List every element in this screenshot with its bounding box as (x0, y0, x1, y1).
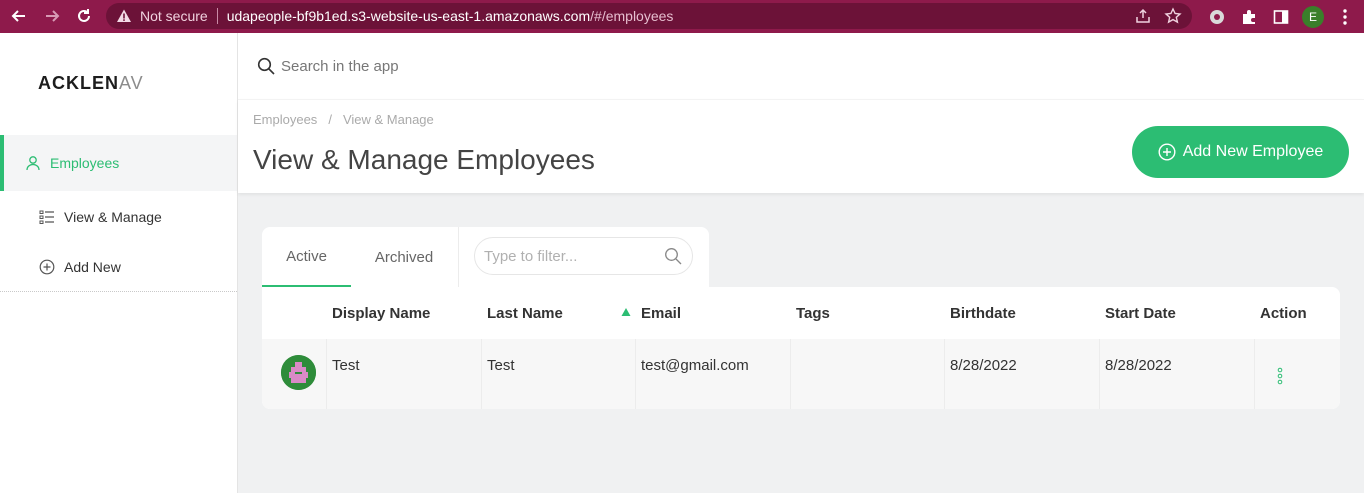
extension-area: E (1196, 0, 1364, 33)
table-header: Display Name Last Name Email Tags Birthd… (262, 287, 1340, 339)
tab-bar: Active Archived Type to filter... (262, 227, 709, 287)
list-icon (38, 208, 56, 226)
profile-initial: E (1302, 5, 1324, 28)
column-display-name[interactable]: Display Name (332, 305, 430, 322)
tab-label: Archived (374, 248, 434, 266)
cell-start-date: 8/28/2022 (1105, 357, 1172, 374)
cell-separator (1254, 339, 1255, 409)
search-icon (665, 248, 682, 265)
filter-input[interactable]: Type to filter... (474, 237, 693, 275)
share-icon[interactable] (1134, 7, 1152, 25)
column-start-date[interactable]: Start Date (1105, 305, 1176, 322)
profile-avatar[interactable]: E (1302, 5, 1324, 28)
back-icon[interactable] (8, 5, 30, 27)
user-icon (24, 154, 42, 172)
cell-separator (944, 339, 945, 409)
sidebar-item-add-new[interactable]: Add New (0, 239, 237, 295)
cell-display-name: Test (332, 357, 360, 374)
add-button-label: Add New Employee (1182, 143, 1324, 160)
browser-toolbar: Not secure udapeople-bf9b1ed.s3-website-… (0, 0, 1364, 33)
search-input[interactable]: Search in the app (281, 58, 399, 75)
app-topbar: Search in the app (238, 33, 1364, 99)
breadcrumb-separator: / (328, 112, 332, 127)
warning-icon (117, 9, 131, 22)
add-new-employee-button[interactable]: Add New Employee (1132, 126, 1349, 178)
cell-separator (790, 339, 791, 409)
security-status[interactable]: Not secure (140, 8, 208, 24)
column-tags[interactable]: Tags (796, 305, 830, 322)
plus-circle-icon (38, 258, 56, 276)
search-icon[interactable] (257, 57, 275, 75)
column-last-name[interactable]: Last Name (487, 305, 563, 322)
tab-archived[interactable]: Archived (360, 227, 448, 287)
logo-main: ACKLEN (38, 73, 119, 93)
url-path: /#/employees (590, 8, 674, 24)
url-text[interactable]: udapeople-bf9b1ed.s3-website-us-east-1.a… (227, 8, 674, 24)
tab-separator (458, 227, 459, 287)
tab-label: Active (286, 247, 327, 265)
sidebar-item-label: Add New (64, 259, 121, 275)
puzzle-icon[interactable] (1238, 6, 1260, 28)
sort-ascending-icon[interactable] (621, 307, 631, 317)
page-header: Employees / View & Manage View & Manage Em… (238, 99, 1364, 193)
cell-last-name: Test (487, 357, 515, 374)
sidebar: ACKLENAV Employees View & Manage Add New (0, 33, 238, 493)
reload-icon[interactable] (73, 5, 95, 27)
avatar (281, 355, 316, 390)
tab-active[interactable]: Active (262, 227, 351, 287)
column-action: Action (1260, 305, 1307, 322)
sidebar-item-employees[interactable]: Employees (0, 135, 237, 191)
cell-email: test@gmail.com (641, 357, 749, 374)
cell-separator (481, 339, 482, 409)
sidebar-item-label: View & Manage (64, 209, 162, 225)
page-title: View & Manage Employees (253, 144, 595, 175)
address-bar[interactable]: Not secure udapeople-bf9b1ed.s3-website-… (106, 3, 1192, 29)
forward-icon[interactable] (41, 5, 63, 27)
sidebar-item-label: Employees (50, 155, 120, 171)
breadcrumb-view-manage[interactable]: View & Manage (343, 112, 434, 127)
sidebar-item-view-manage[interactable]: View & Manage (0, 189, 237, 245)
logo[interactable]: ACKLENAV (38, 73, 144, 94)
column-birthdate[interactable]: Birthdate (950, 305, 1016, 322)
extension-icon[interactable] (1206, 6, 1228, 28)
logo-tail: AV (119, 73, 144, 93)
cell-separator (326, 339, 327, 409)
cell-separator (1099, 339, 1100, 409)
side-panel-icon[interactable] (1270, 6, 1292, 28)
plus-circle-icon (1158, 143, 1176, 161)
employees-table: Display Name Last Name Email Tags Birthd… (262, 287, 1340, 409)
sidebar-divider (0, 291, 237, 292)
breadcrumb: Employees / View & Manage (253, 112, 434, 127)
table-row[interactable]: Test Test test@gmail.com 8/28/2022 8/28/… (262, 339, 1340, 409)
filter-placeholder: Type to filter... (484, 247, 578, 265)
menu-kebab-icon[interactable] (1334, 6, 1356, 28)
column-email[interactable]: Email (641, 305, 681, 322)
breadcrumb-employees[interactable]: Employees (253, 112, 317, 127)
cell-separator (635, 339, 636, 409)
row-actions-icon[interactable] (1277, 367, 1283, 385)
bookmark-star-icon[interactable] (1164, 7, 1182, 25)
url-host: udapeople-bf9b1ed.s3-website-us-east-1.a… (226, 8, 591, 24)
cell-birthdate: 8/28/2022 (950, 357, 1017, 374)
address-separator (216, 8, 218, 24)
